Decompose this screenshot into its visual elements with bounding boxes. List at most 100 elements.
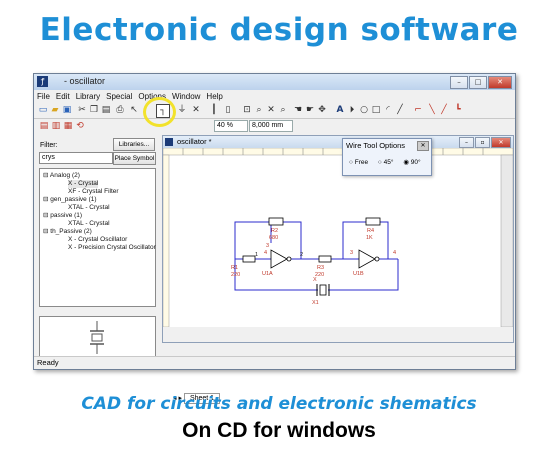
hand-icon[interactable]: ☚ [292, 104, 304, 116]
vertical-scrollbar[interactable] [500, 154, 513, 328]
radio-free[interactable]: ○ Free [349, 159, 372, 166]
circle-icon[interactable]: ○ [358, 104, 370, 116]
library-icon[interactable]: ▦ [62, 120, 74, 132]
tagline-cad: CAD for circuits and electronic shematic… [81, 394, 477, 414]
tools-icon[interactable]: ✕ [265, 104, 277, 116]
pan-icon[interactable]: ✥ [316, 104, 328, 116]
export-icon[interactable]: ▥ [50, 120, 62, 132]
minimize-button[interactable]: – [450, 76, 468, 89]
no-connect-icon[interactable]: ✕ [190, 104, 202, 116]
radio-90[interactable]: ◉ 90° [403, 159, 424, 166]
cut-icon[interactable]: ✂ [76, 104, 88, 116]
inverter-u1a-bubble [286, 256, 292, 262]
tagline-cd: On CD for windows [182, 419, 376, 442]
ground-icon[interactable]: ⏚ [176, 104, 188, 116]
open-folder-icon[interactable]: ▰ [49, 104, 61, 116]
library-panel: Filter: Libraries... crys Place Symbol ⊟… [36, 135, 158, 359]
refresh-icon[interactable]: ⟲ [74, 120, 86, 132]
tree-item-x-crystal[interactable]: X - Crystal [68, 180, 99, 188]
title-bar: ƒ - oscillator – □ ✕ [34, 74, 515, 90]
filter-input[interactable]: crys [39, 152, 113, 164]
print-preview-icon[interactable]: ▤ [38, 120, 50, 132]
inverter-u1a[interactable] [270, 249, 288, 269]
copy-icon[interactable]: ❐ [88, 104, 100, 116]
place-symbol-button[interactable]: Place Symbol [113, 152, 156, 165]
tree-node-th-passive[interactable]: ⊟ th_Passive (2) [43, 228, 92, 236]
resistor-r3[interactable] [318, 255, 332, 263]
schematic-window: oscillator * – ▫ ✕ R2 680 R4 1K R1 220 R… [162, 135, 514, 404]
pointer-icon[interactable]: ↖ [128, 104, 140, 116]
red-line-icon[interactable]: ╱ [438, 104, 450, 116]
top-ruler [163, 148, 513, 156]
tree-item-x-crystal-oscillator[interactable]: X - Crystal Oscillator [68, 236, 127, 244]
red-step-icon[interactable]: ┗ [452, 104, 464, 116]
hand-right-icon[interactable]: ☛ [304, 104, 316, 116]
resistor-r1[interactable] [242, 255, 256, 263]
tree-node-gen-passive[interactable]: ⊟ gen_passive (1) [43, 196, 97, 204]
menu-file[interactable]: File [34, 91, 53, 103]
tree-node-label: th_Passive (2) [50, 228, 92, 235]
resistor-r2[interactable] [268, 217, 284, 226]
line-icon[interactable]: ╱ [394, 104, 406, 116]
schematic-restore-button[interactable]: ▫ [475, 137, 490, 148]
menu-edit[interactable]: Edit [53, 91, 73, 103]
component-icon[interactable]: ▯ [222, 104, 234, 116]
inverter-u1b-bubble [374, 256, 380, 262]
label-r4-value: 1K [366, 235, 373, 241]
menu-library[interactable]: Library [73, 91, 103, 103]
maximize-button[interactable]: □ [469, 76, 487, 89]
tree-item-xtal-crystal-2[interactable]: XTAL - Crystal [68, 220, 110, 228]
red-diagonal-icon[interactable]: ╲ [426, 104, 438, 116]
new-file-icon[interactable]: ▭ [37, 104, 49, 116]
save-icon[interactable]: ▣ [61, 104, 73, 116]
radio-45[interactable]: ○ 45° [378, 159, 398, 166]
libraries-button[interactable]: Libraries... [113, 138, 155, 151]
crystal-x1[interactable] [316, 284, 330, 296]
schematic-minimize-button[interactable]: – [459, 137, 474, 148]
tab-strip [163, 327, 513, 342]
menu-special[interactable]: Special [103, 91, 135, 103]
zoom-field[interactable]: 40 % [214, 120, 248, 132]
polygon-icon[interactable]: ⏵ [346, 104, 358, 116]
close-button[interactable]: ✕ [488, 76, 512, 89]
library-tree: ⊟ Analog (2) X - Crystal XF - Crystal Fi… [39, 168, 156, 307]
bus-icon[interactable]: ┃ [208, 104, 220, 116]
schematic-close-button[interactable]: ✕ [491, 137, 511, 148]
resistor-r4[interactable] [365, 217, 381, 226]
menu-window[interactable]: Window [169, 91, 203, 103]
print-icon[interactable]: ⎙ [114, 104, 126, 116]
text-tool-icon[interactable]: A [334, 104, 346, 116]
label-x1: X1 [312, 300, 319, 306]
wire-tool-highlight-circle [143, 97, 176, 127]
wire-tool-options-dialog: Wire Tool Options ✕ ○ Free ○ 45° ◉ 90° [342, 138, 432, 176]
inverter-u1b[interactable] [358, 249, 376, 269]
pin-3a: 3 [266, 243, 269, 249]
label-r1-value: 220 [231, 272, 240, 278]
magnifier-icon[interactable]: ⌕ [277, 104, 289, 116]
schematic-canvas[interactable]: R2 680 R4 1K R1 220 R3 220 U1A U1B X X1 … [163, 148, 513, 342]
label-u1a: U1A [262, 271, 273, 277]
grid-size-field[interactable]: 8,000 mm [249, 120, 293, 132]
menu-help[interactable]: Help [203, 91, 225, 103]
zoom-icon[interactable]: ⌕ [253, 104, 265, 116]
tree-item-xtal-crystal[interactable]: XTAL - Crystal [68, 204, 110, 212]
label-r1: R1 [231, 265, 238, 271]
radio-90-label: 90° [410, 159, 421, 166]
tree-item-x-precision-crystal-oscillator[interactable]: X - Precision Crystal Oscillator [68, 244, 156, 252]
tree-node-passive[interactable]: ⊟ passive (1) [43, 212, 82, 220]
tree-node-analog[interactable]: ⊟ Analog (2) [43, 172, 80, 180]
arc-icon[interactable]: ◜ [382, 104, 394, 116]
secondary-toolbar: ▤ ▥ ▦ ⟲ 40 % 8,000 mm [34, 119, 515, 132]
pin-3b: 3 [350, 250, 353, 256]
wire-tool-options-close-button[interactable]: ✕ [417, 141, 429, 151]
rectangle-icon[interactable]: □ [370, 104, 382, 116]
tree-node-label: gen_passive (1) [50, 196, 97, 203]
radio-free-label: Free [354, 159, 369, 166]
text-box-icon[interactable]: ⊡ [241, 104, 253, 116]
app-icon: ƒ [37, 76, 48, 87]
status-bar: Ready [34, 356, 515, 369]
paste-icon[interactable]: ▤ [100, 104, 112, 116]
red-wire-icon[interactable]: ⌐ [412, 104, 424, 116]
tree-item-xf-crystal-filter[interactable]: XF - Crystal Filter [68, 188, 119, 196]
schematic-icon [165, 138, 173, 146]
